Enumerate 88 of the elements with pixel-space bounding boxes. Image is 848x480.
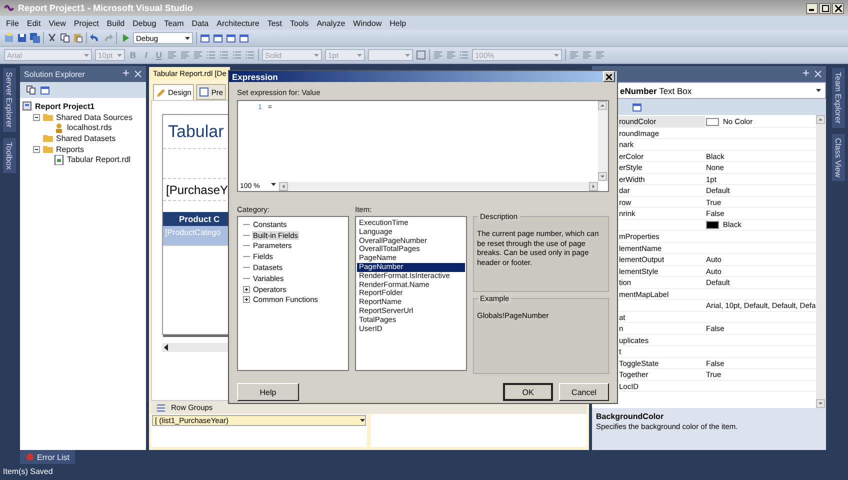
menu-item[interactable]: Analyze	[312, 18, 350, 28]
undo-icon[interactable]	[90, 33, 100, 43]
close-button[interactable]	[832, 2, 844, 14]
folder-icon	[43, 112, 53, 122]
close-icon[interactable]	[814, 70, 822, 78]
expander-icon[interactable]	[33, 146, 40, 153]
caret-icon	[554, 54, 559, 56]
minimize-button[interactable]	[806, 2, 818, 14]
menu-item[interactable]: Test	[263, 18, 286, 28]
user-icon	[54, 122, 64, 133]
menu-item[interactable]: Help	[386, 18, 410, 28]
menu-item[interactable]: Debug	[128, 18, 160, 28]
scrollbar[interactable]	[598, 101, 608, 181]
menu-item[interactable]: Team	[160, 18, 188, 28]
side-tab[interactable]: Toolbox	[2, 138, 16, 174]
menu-item[interactable]: Build	[102, 18, 129, 28]
report-icon	[54, 154, 64, 165]
preview-icon	[199, 87, 210, 97]
window-icon[interactable]	[632, 102, 642, 112]
folder-icon	[43, 144, 53, 154]
close-icon	[606, 74, 612, 80]
menu-item[interactable]: Architecture	[212, 18, 264, 28]
save-icon[interactable]	[17, 33, 27, 43]
save-all-icon[interactable]	[30, 33, 40, 43]
tree-item[interactable]: Tabular Report.rdl	[67, 155, 131, 164]
caret-icon	[314, 54, 319, 56]
menu-item[interactable]: Data	[188, 18, 213, 28]
menu-item[interactable]: Window	[349, 18, 386, 28]
tree-item[interactable]: Shared Data Sources	[56, 112, 132, 122]
dialog-button[interactable]: Cancel	[559, 383, 609, 401]
expander-icon[interactable]	[33, 114, 40, 121]
dialog-button[interactable]: OK	[503, 383, 553, 401]
status-text: Item(s) Saved	[2, 466, 54, 478]
list-icon	[156, 402, 166, 412]
bottom-tab[interactable]: Error List	[20, 450, 76, 464]
folder-icon	[43, 133, 53, 144]
expander-icon[interactable]	[243, 296, 250, 304]
menu-item[interactable]: View	[44, 18, 70, 28]
window-title: Report Project1 - Microsoft Visual Studio	[18, 3, 194, 13]
pin-icon[interactable]	[122, 70, 130, 78]
scrollbar[interactable]	[279, 182, 598, 190]
caret-icon	[816, 89, 821, 92]
caret-icon	[84, 54, 89, 56]
window-icon[interactable]	[200, 33, 210, 43]
pencil-icon	[156, 88, 166, 98]
side-tab[interactable]: Server Explorer	[2, 68, 16, 132]
copy-icon[interactable]	[26, 85, 36, 95]
caret-icon	[271, 182, 276, 186]
caret-icon	[405, 54, 410, 56]
help-title: BackgroundColor	[596, 412, 665, 421]
tree-item[interactable]: Shared Datasets	[56, 134, 116, 143]
dialog-title: Expression	[232, 72, 278, 82]
panel-title: Solution Explorer	[24, 70, 85, 78]
tree-item[interactable]: Report Project1	[35, 102, 95, 111]
window-icon[interactable]	[213, 33, 223, 43]
close-icon[interactable]	[134, 70, 142, 78]
paste-icon[interactable]	[73, 33, 83, 43]
window-icon[interactable]	[40, 85, 50, 95]
caret-icon	[117, 54, 122, 56]
menu-item[interactable]: Project	[70, 18, 103, 28]
color-dropdown[interactable]	[368, 49, 413, 61]
side-tab[interactable]: Class View	[832, 134, 844, 181]
help-button[interactable]: Help	[237, 383, 299, 401]
error-icon	[26, 453, 34, 461]
scissors-icon[interactable]	[47, 33, 57, 43]
border-icon[interactable]	[416, 50, 426, 60]
app-icon	[4, 3, 14, 13]
menu-item[interactable]: File	[2, 18, 23, 28]
close-icon	[834, 4, 842, 12]
caret-icon	[357, 54, 362, 56]
maximize-button[interactable]	[819, 2, 831, 14]
window-icon[interactable]	[239, 33, 249, 43]
menu-item[interactable]: Tools	[286, 18, 313, 28]
window-icon[interactable]	[226, 33, 236, 43]
expander-icon[interactable]	[243, 286, 250, 293]
side-tab[interactable]: Team Explorer	[832, 68, 844, 128]
copy-icon[interactable]	[60, 33, 70, 43]
tree-item[interactable]: localhost.rds	[67, 123, 112, 132]
menu-item[interactable]: Edit	[22, 18, 45, 28]
maximize-icon	[822, 4, 828, 12]
pin-icon[interactable]	[802, 70, 810, 78]
project-icon	[22, 101, 32, 112]
scrollbar[interactable]	[816, 115, 826, 408]
scroll-left-icon	[164, 344, 169, 351]
caret-icon	[185, 36, 190, 40]
caret-icon	[360, 419, 365, 422]
tree-item[interactable]: Reports	[56, 144, 84, 154]
play-icon[interactable]	[120, 33, 130, 43]
